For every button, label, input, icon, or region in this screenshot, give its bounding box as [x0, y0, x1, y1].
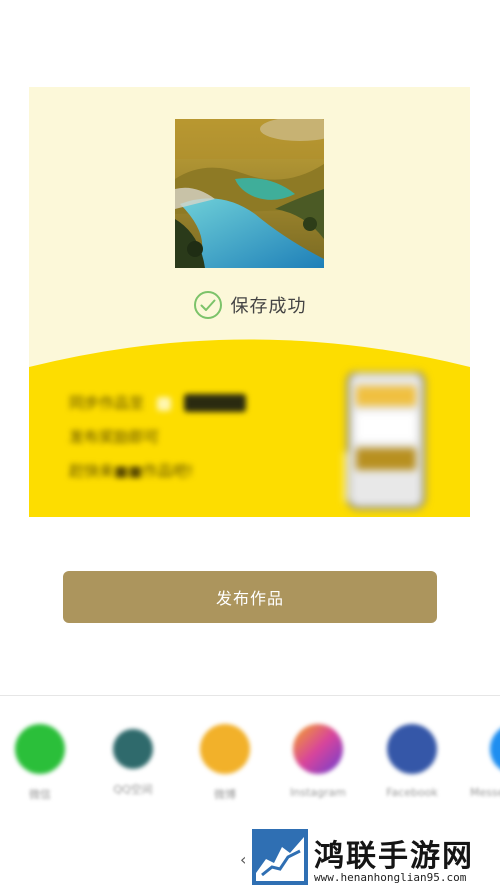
watermark-title: 鸿联手游网: [314, 839, 474, 874]
instagram-icon: [293, 724, 343, 774]
share-weibo[interactable]: 微博: [185, 718, 265, 802]
watermark: 鸿联手游网 www.henanhonglian95.com: [252, 829, 500, 889]
share-label: 微信: [29, 788, 51, 801]
promo-line-2: 发布奖励即可: [69, 428, 160, 446]
share-label: Messenger: [470, 786, 500, 799]
share-label: Instagram: [290, 786, 346, 799]
promo-highlight: ■■■■: [183, 394, 247, 412]
watermark-url: www.henanhonglian95.com: [314, 871, 467, 884]
watermark-logo-icon: [252, 829, 308, 885]
wechat-icon: [15, 724, 65, 774]
publish-work-button[interactable]: 发布作品: [63, 571, 437, 623]
share-label: QQ空间: [113, 783, 153, 796]
promo-line-3: 赶快来■■作品吧!: [69, 462, 194, 480]
check-circle-icon: [193, 291, 222, 319]
share-facebook[interactable]: Facebook: [372, 718, 452, 799]
share-wechat[interactable]: 微信: [0, 718, 80, 802]
share-bar: 微信 QQ空间 微博 Instagram Facebook Messenger: [0, 718, 500, 808]
share-messenger[interactable]: Messenger: [460, 718, 500, 799]
phone-illustration: [324, 370, 428, 512]
artwork-thumbnail: [175, 119, 324, 268]
divider: [0, 695, 500, 696]
save-success-row: 保存成功: [29, 290, 470, 320]
qzone-icon: [113, 729, 153, 769]
messenger-icon: [490, 724, 500, 774]
promo-text: 同步作品至 ■■■■ 发布奖励即可 赶快来■■作品吧!: [69, 391, 247, 493]
share-instagram[interactable]: Instagram: [278, 718, 358, 799]
share-label: Facebook: [386, 786, 438, 799]
save-success-text: 保存成功: [230, 296, 307, 317]
chevron-left-icon[interactable]: ‹: [240, 850, 246, 869]
share-label: 微博: [214, 788, 236, 801]
facebook-icon: [387, 724, 437, 774]
save-result-card: 保存成功 同步作品至 ■■■■ 发布奖励即可 赶快来■■作品吧!: [29, 87, 470, 517]
promo-banner: 同步作品至 ■■■■ 发布奖励即可 赶快来■■作品吧!: [29, 337, 470, 517]
promo-line-1: 同步作品至: [69, 394, 145, 412]
share-qzone[interactable]: QQ空间: [93, 718, 173, 797]
weibo-icon: [200, 724, 250, 774]
